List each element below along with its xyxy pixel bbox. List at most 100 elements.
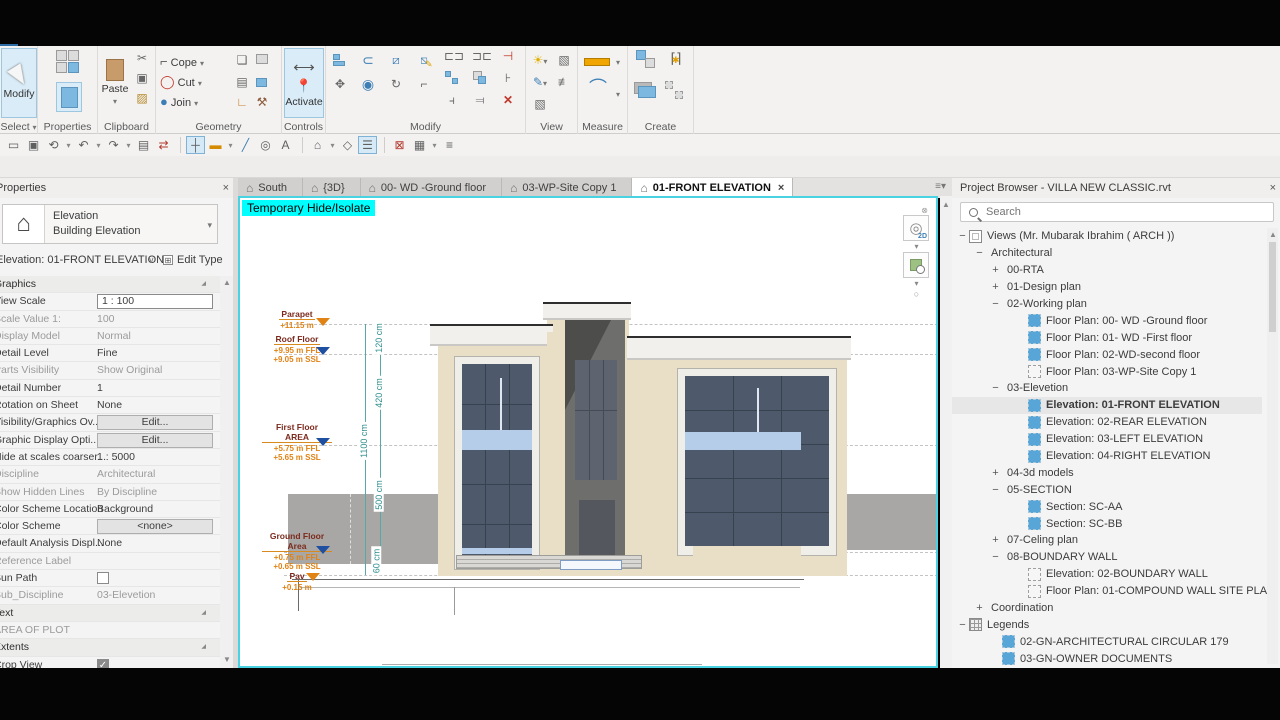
dropdown-icon[interactable]: ▾ (328, 136, 337, 154)
chevron-down-icon[interactable]: ▾ (903, 278, 930, 289)
tree-row[interactable]: Elevation: 03-LEFT ELEVATION (952, 431, 1262, 448)
pin-element-icon[interactable]: ⊣ (500, 48, 516, 64)
property-value[interactable]: 1 : 5000 (97, 451, 213, 463)
property-row[interactable]: Detail Number 1 (0, 380, 220, 397)
property-value[interactable]: Show Original (97, 364, 213, 376)
property-value[interactable]: 03-Elevetion (97, 589, 213, 601)
property-value[interactable]: None (97, 537, 213, 549)
text-icon[interactable]: A (276, 136, 295, 154)
property-row[interactable]: Text (0, 605, 220, 622)
tree-row[interactable]: − 05-SECTION (952, 481, 1262, 498)
demolish-icon[interactable]: ∟ (234, 94, 250, 110)
property-row[interactable]: Parts Visibility Show Original (0, 362, 220, 379)
tree-row[interactable]: + Coordination (952, 600, 1262, 617)
undo-icon[interactable]: ↶ (74, 136, 93, 154)
view-tab[interactable]: ⌂ 01-FRONT ELEVATION × (632, 178, 793, 198)
property-row[interactable]: Graphic Display Opti... Edit... (0, 432, 220, 449)
dropdown-icon[interactable]: ▾ (64, 136, 73, 154)
scroll-down-icon[interactable]: ▼ (223, 655, 231, 664)
property-value[interactable]: 1 : 100 (97, 294, 213, 309)
split-gap-icon[interactable]: ⊐⊏ (472, 48, 488, 64)
spline-icon[interactable]: ╱ (236, 136, 255, 154)
beam-number-icon[interactable]: ▤ (234, 74, 250, 90)
dropdown-icon[interactable]: ▾ (616, 58, 620, 67)
create-parts-icon[interactable] (634, 80, 658, 104)
scroll-up-icon[interactable]: ▲ (1269, 230, 1277, 239)
properties-palette-icon[interactable] (56, 82, 82, 112)
edit-type-button[interactable]: Edit Type (177, 254, 223, 266)
tree-expander[interactable]: + (989, 264, 1002, 276)
search-input[interactable] (986, 206, 1236, 218)
property-row[interactable]: Sub_Discipline 03-Elevetion (0, 587, 220, 604)
paint-icon[interactable] (254, 74, 270, 90)
navbar-close-icon[interactable]: ⊗ (903, 206, 930, 215)
tree-expander[interactable]: − (973, 247, 986, 259)
zoom-region-button[interactable] (903, 252, 929, 278)
tree-row[interactable]: − 03-Elevetion (952, 380, 1262, 397)
tree-expander[interactable]: + (973, 602, 986, 614)
scroll-up-icon[interactable]: ▲ (223, 278, 231, 287)
cut-button[interactable]: ◯ Cut ▾ (160, 74, 202, 90)
home-icon[interactable]: ⌂ (308, 136, 327, 154)
property-row[interactable]: Detail Level Fine (0, 345, 220, 362)
property-row[interactable]: Crop View ✓ (0, 657, 220, 668)
property-row[interactable]: Extents (0, 639, 220, 656)
tree-row[interactable]: Floor Plan: 00- WD -Ground floor (952, 312, 1262, 329)
close-icon[interactable]: × (1270, 182, 1276, 194)
property-row[interactable]: Discipline Architectural (0, 466, 220, 483)
hammer-icon[interactable]: ⚒ (254, 94, 270, 110)
tree-expander[interactable]: − (989, 484, 1002, 496)
separator[interactable] (174, 137, 181, 153)
ruler-icon[interactable] (582, 54, 612, 70)
dropdown-icon[interactable]: ▾ (430, 136, 439, 154)
scrollbar-thumb[interactable] (1269, 242, 1276, 332)
property-value[interactable]: 100 (97, 313, 213, 325)
open-icon[interactable]: ▭ (4, 136, 23, 154)
property-row[interactable]: Scale Value 1: 100 (0, 311, 220, 328)
tree-row[interactable]: 02-GN-ARCHITECTURAL CIRCULAR 179 (952, 633, 1262, 650)
project-browser-header[interactable]: Project Browser - VILLA NEW CLASSIC.rvt … (952, 178, 1280, 198)
mirror-axis-icon[interactable]: ⧄ (388, 52, 404, 68)
temporary-hide-isolate-badge[interactable]: Temporary Hide/Isolate (242, 200, 375, 216)
trim-corner-icon[interactable]: ⌐ (416, 76, 432, 92)
create-similar-icon[interactable]: ⌈⌉✱ (664, 50, 688, 74)
dim-1100cm[interactable]: 1100 cm (359, 422, 369, 460)
properties-scrollbar[interactable]: ▲ ▼ (220, 276, 233, 668)
tree-row[interactable]: Floor Plan: 03-WP-Site Copy 1 (952, 363, 1262, 380)
copy-icon[interactable]: ▣ (134, 70, 150, 86)
chevron-down-icon[interactable]: ∨ (148, 255, 155, 266)
box3d-icon[interactable]: ▧ (532, 96, 548, 112)
tree-row[interactable]: + 01-Design plan (952, 279, 1262, 296)
activate-dimensions-icon[interactable]: ┼ (186, 136, 205, 154)
create-assembly-icon[interactable] (664, 80, 688, 104)
create-group-icon[interactable] (634, 50, 658, 74)
property-value[interactable]: 1 (97, 382, 213, 394)
property-value[interactable]: Fine (97, 347, 213, 359)
property-value[interactable]: None (97, 399, 213, 411)
tree-row[interactable]: − 02-Working plan (952, 296, 1262, 313)
property-row[interactable]: Visibility/Graphics Ov... Edit... (0, 414, 220, 431)
property-value[interactable]: Edit... (97, 415, 213, 430)
beam-copy-icon[interactable]: ❏ (234, 52, 250, 68)
sync-icon[interactable]: ⟲ (44, 136, 63, 154)
tree-expander[interactable]: − (956, 230, 969, 242)
type-selector[interactable]: ⌂ Elevation Building Elevation ▾ (2, 204, 218, 244)
property-row[interactable]: Rotation on Sheet None (0, 397, 220, 414)
scroll-up-icon[interactable]: ▲ (942, 200, 950, 209)
steering-wheel-button[interactable]: ◎ 2D (903, 215, 929, 241)
property-value[interactable] (97, 572, 109, 584)
tree-expander[interactable]: − (956, 619, 969, 631)
tree-row[interactable]: Section: SC-BB (952, 515, 1262, 532)
unpin-icon[interactable]: ⊦ (500, 70, 516, 86)
match-type-icon[interactable]: ▨ (134, 90, 150, 106)
arc-dimension-icon[interactable]: ⌒ (586, 80, 610, 104)
tree-row[interactable]: − 08-BOUNDARY WALL (952, 549, 1262, 566)
tree-row[interactable]: − Views (Mr. Mubarak Ibrahim ( ARCH )) (952, 228, 1262, 245)
join-button[interactable]: ● Join ▾ (160, 94, 198, 109)
tag-icon[interactable]: ◎ (256, 136, 275, 154)
tree-row[interactable]: − Legends (952, 616, 1262, 633)
switch-windows-icon[interactable]: ▦ (410, 136, 429, 154)
separator[interactable] (296, 137, 303, 153)
view-tab[interactable]: ⌂ 00- WD -Ground floor (361, 178, 502, 198)
navbar-handle-icon[interactable]: ○ (903, 289, 930, 299)
